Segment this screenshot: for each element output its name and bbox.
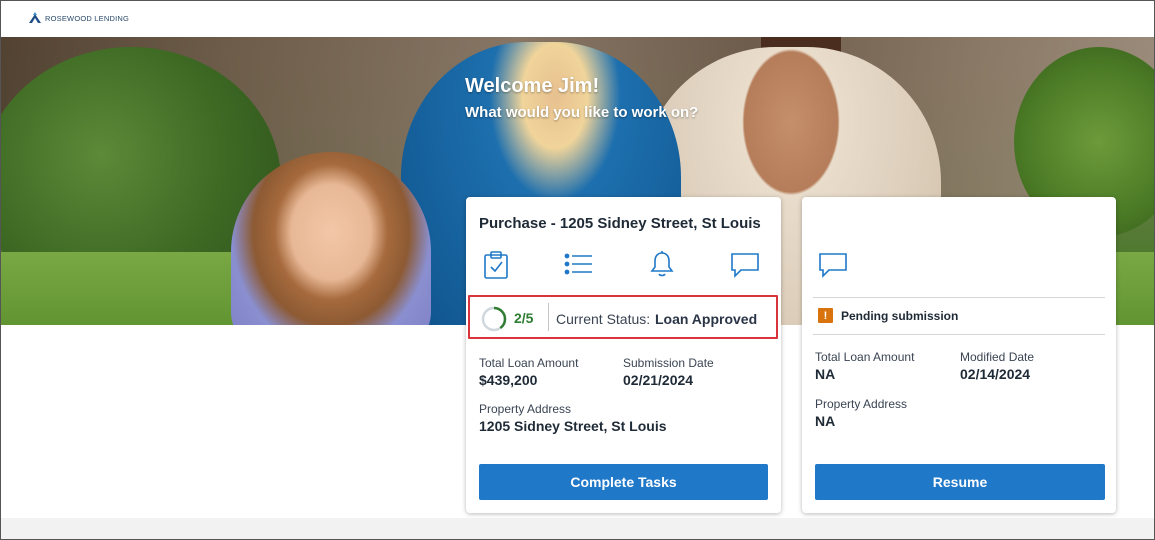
chat-icon[interactable] <box>729 249 761 281</box>
submission-date-value: 02/21/2024 <box>623 372 694 388</box>
welcome-block: Welcome Jim! What would you like to work… <box>465 74 698 121</box>
top-bar: ROSEWOOD LENDING <box>0 0 1155 37</box>
logo-mark-icon <box>29 12 41 23</box>
welcome-heading: Welcome Jim! <box>465 75 600 97</box>
total-loan-amount-value: $439,200 <box>479 372 538 388</box>
loan-card-pending: ! Pending submission Total Loan Amount N… <box>802 197 1116 513</box>
property-address-value: 1205 Sidney Street, St Louis <box>479 418 667 434</box>
welcome-subtitle: What would you like to work on? <box>465 104 699 121</box>
modified-date-value: 02/14/2024 <box>960 366 1031 382</box>
modified-date-label: Modified Date <box>960 350 1035 364</box>
brand-name: ROSEWOOD LENDING <box>45 13 130 23</box>
current-status-value: Loan Approved <box>655 311 758 327</box>
progress-ring-icon <box>481 306 507 332</box>
current-status-label: Current Status: <box>556 311 651 327</box>
loan-card-purchase: Purchase - 1205 Sidney Street, St Louis <box>466 197 781 513</box>
total-loan-amount-value: NA <box>815 366 836 382</box>
property-address-label: Property Address <box>815 397 908 411</box>
submission-date-label: Submission Date <box>623 356 714 370</box>
resume-button[interactable]: Resume <box>815 464 1105 500</box>
clipboard-check-icon[interactable] <box>480 249 512 281</box>
divider-bottom <box>813 334 1105 335</box>
warning-icon: ! <box>818 308 833 323</box>
task-list-icon[interactable] <box>563 248 595 280</box>
loan-status-row: 2/5 Current Status: Loan Approved <box>468 295 778 339</box>
status-divider <box>548 303 549 331</box>
footer-band <box>1 518 1154 539</box>
total-loan-amount-label: Total Loan Amount <box>479 356 579 370</box>
property-address-value: NA <box>815 413 836 429</box>
divider-top <box>813 297 1105 298</box>
task-progress-count: 2/5 <box>514 310 534 326</box>
loan-card-title: Purchase - 1205 Sidney Street, St Louis <box>479 215 761 232</box>
complete-tasks-button[interactable]: Complete Tasks <box>479 464 768 500</box>
total-loan-amount-label: Total Loan Amount <box>815 350 915 364</box>
bell-icon[interactable] <box>646 248 678 280</box>
chat-icon[interactable] <box>817 249 849 281</box>
pending-submission-status: Pending submission <box>841 309 959 323</box>
brand-logo[interactable]: ROSEWOOD LENDING <box>28 12 129 24</box>
property-address-label: Property Address <box>479 402 572 416</box>
